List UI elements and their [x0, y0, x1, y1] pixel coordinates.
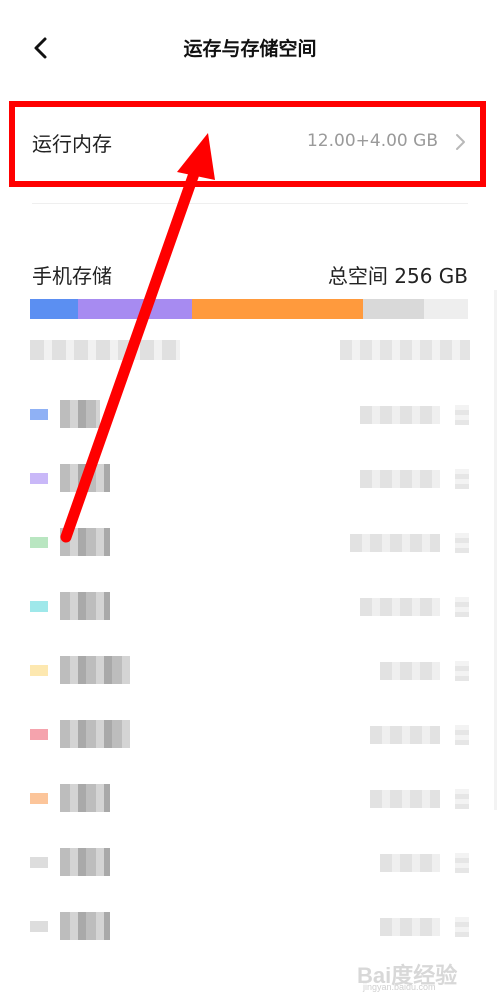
category-name-blurred: [60, 848, 110, 876]
category-row[interactable]: [0, 651, 500, 691]
chevron-right-icon: [455, 725, 469, 745]
storage-bar-segment: [192, 299, 363, 319]
ram-row[interactable]: 运行内存 12.00+4.00 GB: [32, 112, 472, 174]
category-name-blurred: [60, 400, 100, 428]
category-size-blurred: [350, 534, 440, 552]
category-color-swatch: [30, 665, 48, 676]
category-name-blurred: [60, 912, 110, 940]
category-color-swatch: [30, 921, 48, 932]
chevron-right-icon: [455, 853, 469, 873]
storage-used-blurred: [30, 340, 180, 360]
category-name-blurred: [60, 592, 110, 620]
category-name-blurred: [60, 656, 130, 684]
storage-bar-segment: [362, 299, 425, 319]
divider: [32, 203, 468, 204]
category-color-swatch: [30, 473, 48, 484]
category-size-blurred: [360, 406, 440, 424]
chevron-right-icon: [456, 134, 465, 150]
page-title: 运存与存储空间: [183, 38, 317, 60]
chevron-right-icon: [455, 917, 469, 937]
chevron-right-icon: [455, 661, 469, 681]
storage-usage-bar: [30, 299, 468, 319]
storage-bar-segment: [424, 299, 468, 319]
category-size-blurred: [380, 854, 440, 872]
category-color-swatch: [30, 729, 48, 740]
category-name-blurred: [60, 720, 130, 748]
category-row[interactable]: [0, 587, 500, 627]
chevron-right-icon: [455, 533, 469, 553]
category-size-blurred: [380, 662, 440, 680]
category-size-blurred: [360, 470, 440, 488]
category-size-blurred: [370, 790, 440, 808]
watermark: Bai度经验 jingyan.baidu.com: [357, 958, 472, 992]
category-row[interactable]: [0, 395, 500, 435]
scrollbar[interactable]: [494, 290, 497, 810]
category-row[interactable]: [0, 907, 500, 947]
category-name-blurred: [60, 464, 110, 492]
category-row[interactable]: [0, 843, 500, 883]
category-row[interactable]: [0, 715, 500, 755]
watermark-url: jingyan.baidu.com: [363, 982, 436, 992]
category-name-blurred: [60, 784, 110, 812]
storage-total: 总空间 256 GB: [327, 264, 468, 288]
top-bar: 运存与存储空间: [0, 0, 500, 95]
category-size-blurred: [360, 598, 440, 616]
storage-bar-segment: [78, 299, 193, 319]
category-row[interactable]: [0, 459, 500, 499]
category-row[interactable]: [0, 779, 500, 819]
category-color-swatch: [30, 857, 48, 868]
category-color-swatch: [30, 601, 48, 612]
category-size-blurred: [370, 726, 440, 744]
storage-free-blurred: [340, 340, 470, 360]
ram-label: 运行内存: [32, 132, 112, 156]
storage-label: 手机存储: [32, 264, 112, 288]
category-name-blurred: [60, 528, 110, 556]
chevron-right-icon: [455, 469, 469, 489]
category-row[interactable]: [0, 523, 500, 563]
category-color-swatch: [30, 409, 48, 420]
category-color-swatch: [30, 537, 48, 548]
chevron-right-icon: [455, 789, 469, 809]
chevron-right-icon: [455, 405, 469, 425]
category-color-swatch: [30, 793, 48, 804]
category-size-blurred: [380, 918, 440, 936]
ram-value: 12.00+4.00 GB: [306, 131, 438, 151]
storage-bar-segment: [30, 299, 79, 319]
chevron-right-icon: [455, 597, 469, 617]
